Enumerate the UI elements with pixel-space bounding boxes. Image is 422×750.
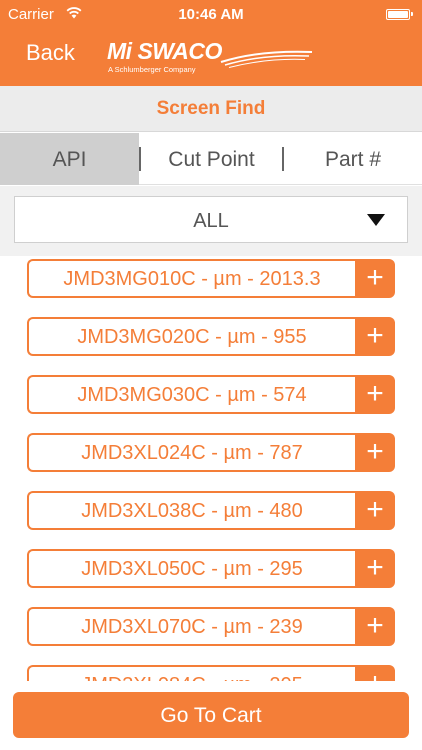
list-item: JMD3XL024C - µm - 787 + [27, 433, 395, 472]
logo-wordmark: Mi SWACO [107, 38, 222, 64]
list-item: JMD3XL070C - µm - 239 + [27, 607, 395, 646]
add-button[interactable]: + [355, 607, 395, 646]
back-button[interactable]: Back [26, 40, 75, 66]
status-bar: Carrier 10:46 AM [0, 0, 422, 30]
list-item: JMD3MG030C - µm - 574 + [27, 375, 395, 414]
item-label[interactable]: JMD3XL084C - µm - 205 [27, 665, 355, 681]
add-button[interactable]: + [355, 375, 395, 414]
list-item: JMD3MG010C - µm - 2013.3 + [27, 259, 395, 298]
item-label[interactable]: JMD3XL024C - µm - 787 [27, 433, 355, 472]
item-label[interactable]: JMD3XL038C - µm - 480 [27, 491, 355, 530]
triangle-down-icon [367, 214, 385, 226]
item-label[interactable]: JMD3MG030C - µm - 574 [27, 375, 355, 414]
add-button[interactable]: + [355, 433, 395, 472]
add-button[interactable]: + [355, 259, 395, 298]
item-label[interactable]: JMD3XL050C - µm - 295 [27, 549, 355, 588]
list-item: JMD3XL050C - µm - 295 + [27, 549, 395, 588]
add-button[interactable]: + [355, 549, 395, 588]
clock: 10:46 AM [178, 6, 244, 23]
list-item: JMD3XL038C - µm - 480 + [27, 491, 395, 530]
plus-icon: + [366, 435, 384, 468]
logo-swoosh-icon [220, 50, 313, 68]
app-header: Carrier 10:46 AM Back Mi SWACO A Schlumb… [0, 0, 422, 86]
add-button[interactable]: + [355, 491, 395, 530]
plus-icon: + [366, 667, 384, 681]
list-item: JMD3MG020C - µm - 955 + [27, 317, 395, 356]
battery-icon [386, 9, 413, 20]
filter-selected-value: ALL [193, 210, 229, 232]
plus-icon: + [366, 493, 384, 526]
tab-cut-point[interactable]: Cut Point [141, 133, 282, 185]
plus-icon: + [366, 261, 384, 294]
go-to-cart-button[interactable]: Go To Cart [13, 692, 409, 738]
plus-icon: + [366, 377, 384, 410]
tab-api[interactable]: API [0, 133, 139, 185]
add-button[interactable]: + [355, 317, 395, 356]
tab-part-number[interactable]: Part # [284, 133, 422, 185]
item-label[interactable]: JMD3MG020C - µm - 955 [27, 317, 355, 356]
filter-dropdown[interactable]: ALL [14, 196, 408, 243]
list-item: JMD3XL084C - µm - 205 + [27, 665, 395, 681]
plus-icon: + [366, 609, 384, 642]
filter-area: ALL [0, 186, 422, 256]
segmented-tabs: API Cut Point Part # [0, 133, 422, 185]
page-title: Screen Find [0, 86, 422, 132]
item-label[interactable]: JMD3MG010C - µm - 2013.3 [27, 259, 355, 298]
screen-list[interactable]: JMD3MG010C - µm - 2013.3 + JMD3MG020C - … [0, 256, 422, 681]
item-label[interactable]: JMD3XL070C - µm - 239 [27, 607, 355, 646]
plus-icon: + [366, 551, 384, 584]
logo-tagline: A Schlumberger Company [108, 65, 196, 74]
plus-icon: + [366, 319, 384, 352]
add-button[interactable]: + [355, 665, 395, 681]
company-logo: Mi SWACO A Schlumberger Company [107, 38, 317, 76]
